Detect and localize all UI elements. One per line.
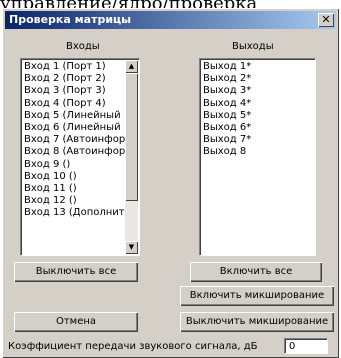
arrow-down-icon: ▼ xyxy=(128,243,135,251)
input-item[interactable]: Вход 9 () xyxy=(24,159,125,171)
input-item[interactable]: Вход 1 (Порт 1) xyxy=(24,61,125,73)
dialog-title: Проверка матрицы xyxy=(9,13,132,26)
input-item[interactable]: Вход 4 (Порт 4) xyxy=(24,98,125,110)
inputs-listbox[interactable]: Вход 1 (Порт 1) Вход 2 (Порт 2) Вход 3 (По… xyxy=(20,58,140,256)
input-item[interactable]: Вход 7 (Автоинфор xyxy=(24,134,125,146)
close-icon: ✕ xyxy=(321,13,331,26)
output-item[interactable]: Выход 8 xyxy=(203,146,312,158)
input-item[interactable]: Вход 3 (Порт 3) xyxy=(24,85,125,97)
matrix-check-dialog: Проверка матрицы ✕ Входы Выходы Вход 1 (… xyxy=(2,8,339,358)
scroll-thumb[interactable] xyxy=(125,73,138,201)
output-item[interactable]: Выход 1* xyxy=(203,61,312,73)
input-item[interactable]: Вход 10 () xyxy=(24,171,125,183)
output-item[interactable]: Выход 2* xyxy=(203,73,312,85)
cancel-button[interactable]: Отмена xyxy=(14,312,138,332)
scroll-down-button[interactable]: ▼ xyxy=(125,241,138,254)
scroll-up-button[interactable]: ▲ xyxy=(125,60,138,73)
close-button[interactable]: ✕ xyxy=(318,13,334,27)
gain-label: Коэффициент передачи звукового сигнала, … xyxy=(8,341,258,352)
input-item[interactable]: Вход 13 (Дополнит xyxy=(24,207,125,219)
outputs-header: Выходы xyxy=(232,41,274,52)
enable-all-button[interactable]: Включить все xyxy=(190,262,322,282)
title-bar: Проверка матрицы ✕ xyxy=(5,11,336,29)
enable-mixing-button[interactable]: Включить микширование xyxy=(180,286,334,306)
input-item[interactable]: Вход 12 () xyxy=(24,195,125,207)
disable-all-button[interactable]: Выключить все xyxy=(14,262,138,282)
disable-mixing-button[interactable]: Выключить микширование xyxy=(180,312,334,332)
output-item[interactable]: Выход 7* xyxy=(203,134,312,146)
input-item[interactable]: Вход 8 (Автоинфор xyxy=(24,146,125,158)
gain-input[interactable]: 0 xyxy=(284,338,328,354)
inputs-scrollbar[interactable]: ▲ ▼ xyxy=(125,60,138,254)
inputs-header: Входы xyxy=(66,41,100,52)
arrow-up-icon: ▲ xyxy=(128,62,135,70)
input-item[interactable]: Вход 6 (Линейный xyxy=(24,122,125,134)
outputs-listbox[interactable]: Выход 1* Выход 2* Выход 3* Выход 4* Выход 5*… xyxy=(199,58,316,256)
output-item[interactable]: Выход 3* xyxy=(203,85,312,97)
output-item[interactable]: Выход 6* xyxy=(203,122,312,134)
output-item[interactable]: Выход 5* xyxy=(203,110,312,122)
output-item[interactable]: Выход 4* xyxy=(203,98,312,110)
inputs-list: Вход 1 (Порт 1) Вход 2 (Порт 2) Вход 3 (По… xyxy=(24,61,125,219)
input-item[interactable]: Вход 11 () xyxy=(24,183,125,195)
input-item[interactable]: Вход 2 (Порт 2) xyxy=(24,73,125,85)
input-item[interactable]: Вход 5 (Линейный xyxy=(24,110,125,122)
outputs-list: Выход 1* Выход 2* Выход 3* Выход 4* Выход 5*… xyxy=(203,61,312,159)
